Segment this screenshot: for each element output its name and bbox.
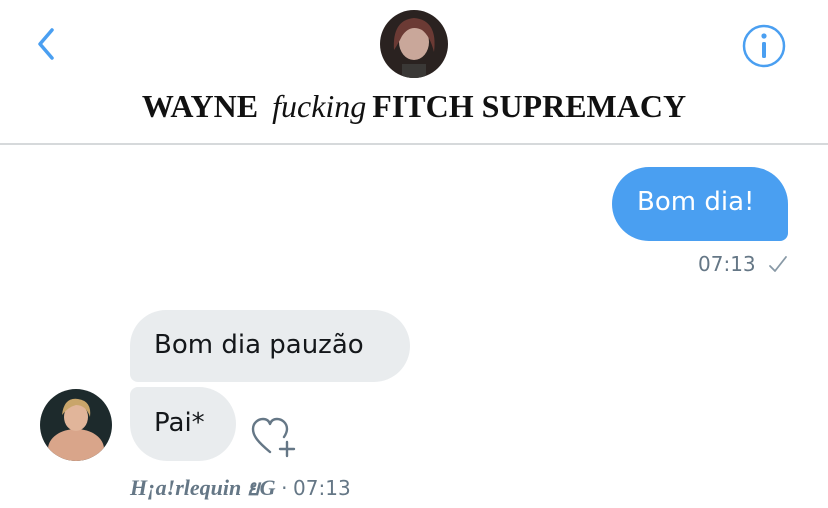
- incoming-message-bubble[interactable]: Bom dia pauzão: [130, 310, 410, 382]
- conversation-avatar[interactable]: [380, 10, 448, 78]
- title-part-1: WAYNE: [141, 88, 259, 124]
- like-button[interactable]: [250, 414, 300, 460]
- info-icon: [742, 24, 786, 68]
- info-button[interactable]: [740, 22, 788, 70]
- meta-separator: ·: [281, 476, 288, 500]
- sender-avatar[interactable]: [40, 389, 112, 461]
- message-text: Bom dia!: [637, 187, 755, 217]
- conversation-header: WAYNE fucking FITCH SUPREMACY: [0, 0, 828, 145]
- outgoing-message-bubble[interactable]: Bom dia!: [612, 167, 788, 241]
- sender-name[interactable]: H¡a!rlequin ยG: [130, 475, 276, 500]
- incoming-message-bubble[interactable]: Pai*: [130, 387, 236, 461]
- message-text: Bom dia pauzão: [154, 330, 364, 360]
- message-time: 07:13: [293, 476, 351, 500]
- title-part-3: FITCH SUPREMACY: [372, 88, 687, 124]
- outgoing-message-meta: 07:13: [698, 252, 788, 278]
- message-time: 07:13: [698, 252, 756, 276]
- checkmark-icon: [769, 256, 787, 272]
- message-text: Pai*: [154, 408, 205, 438]
- conversation-title[interactable]: WAYNE fucking FITCH SUPREMACY: [0, 88, 828, 125]
- heart-plus-icon: [251, 417, 296, 458]
- title-part-2: fucking: [272, 88, 367, 124]
- incoming-message-meta: H¡a!rlequin ยG · 07:13: [130, 470, 351, 500]
- back-button[interactable]: [30, 22, 66, 66]
- chevron-left-icon: [38, 28, 54, 60]
